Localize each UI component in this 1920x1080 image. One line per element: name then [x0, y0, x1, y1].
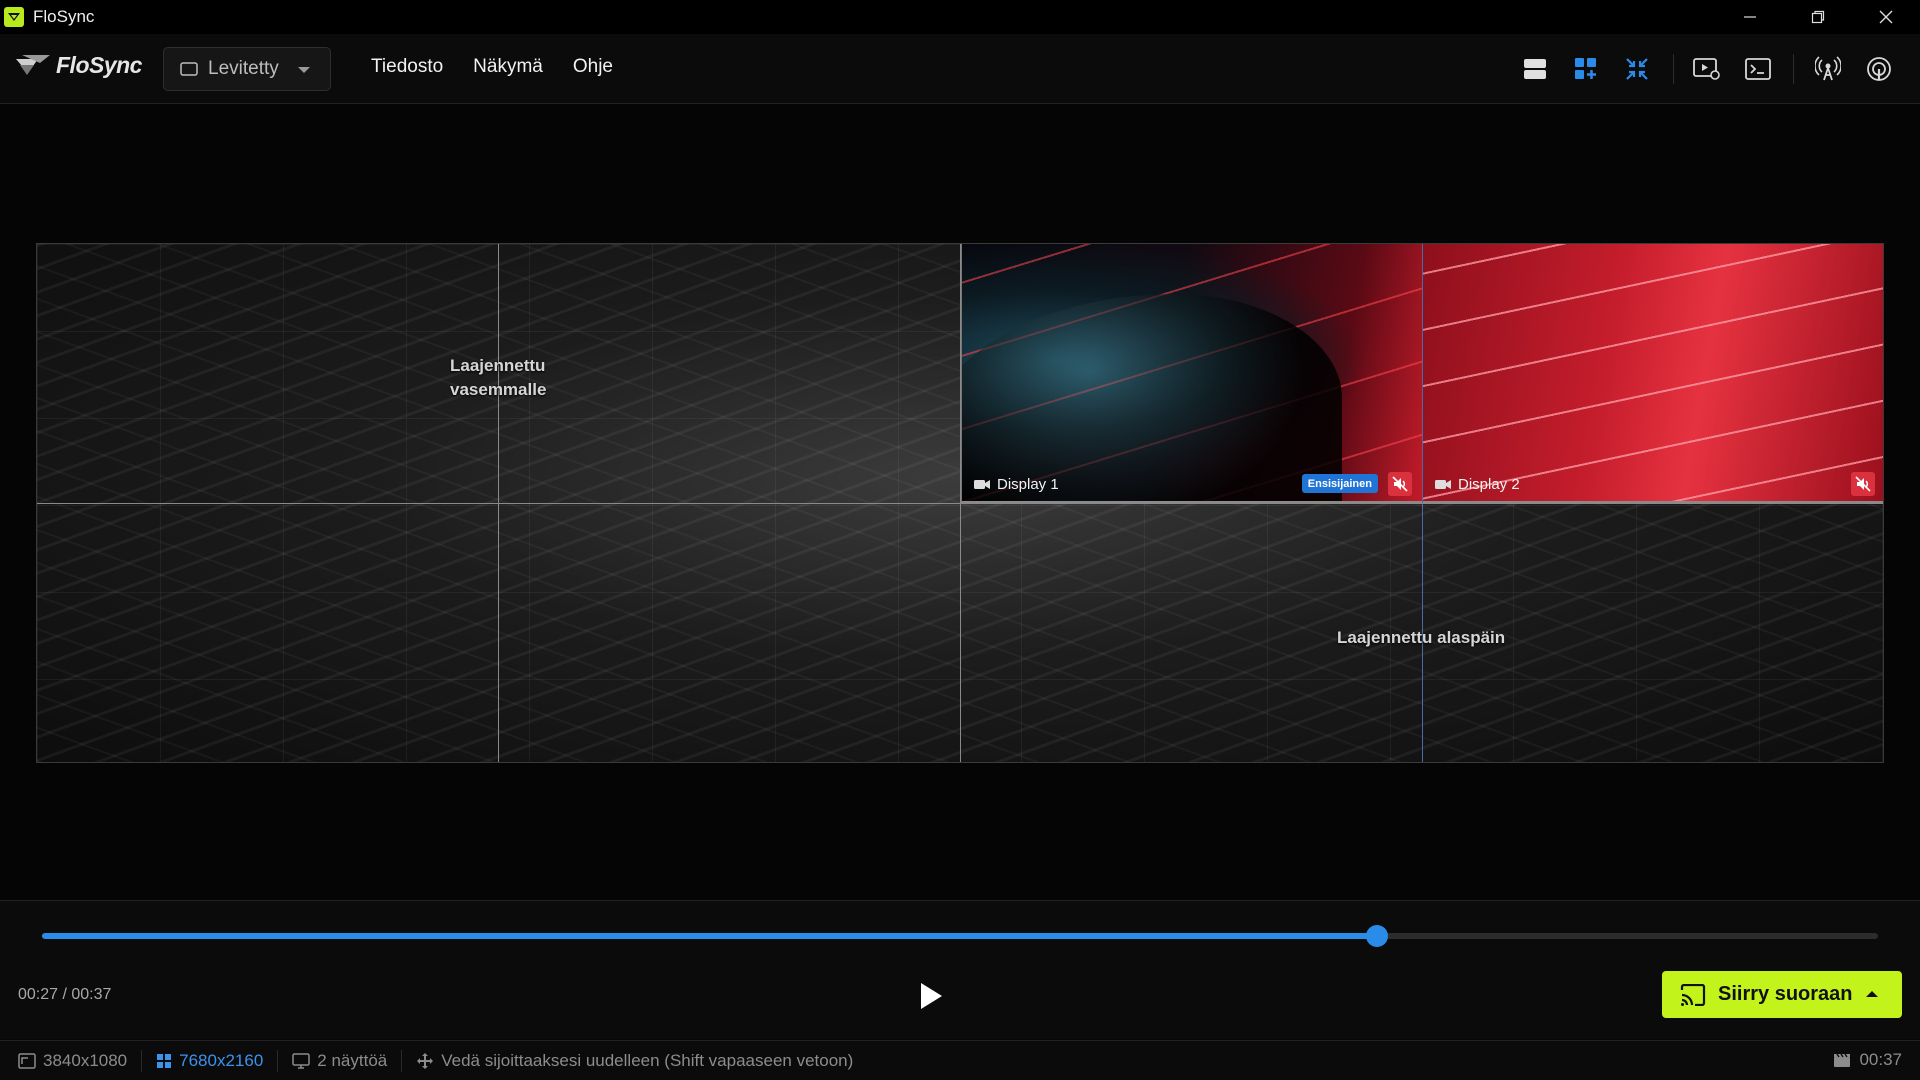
- speaker-muted-icon: [1855, 476, 1871, 492]
- chevron-down-icon: [298, 67, 310, 73]
- app-logo-icon: [4, 7, 24, 27]
- grid-divider: [37, 503, 1883, 504]
- layout-rows-icon: [1524, 59, 1546, 79]
- close-icon: [1879, 10, 1893, 24]
- flosync-logo-icon: [16, 54, 50, 75]
- play-button[interactable]: [916, 979, 946, 1013]
- menu-view[interactable]: Näkymä: [473, 56, 543, 78]
- drag-hint: Vedä sijoittaaksesi uudelleen (Shift vap…: [402, 1050, 867, 1072]
- timeline-handle[interactable]: [1365, 925, 1388, 947]
- layout-rows-button[interactable]: [1520, 54, 1550, 84]
- timeline-progress: [42, 933, 1377, 939]
- extended-down-label: Laajennettu alaspäin: [1337, 628, 1506, 647]
- display-1-mute-button[interactable]: [1388, 472, 1412, 496]
- broadcast-button[interactable]: [1813, 54, 1843, 84]
- display-count-value: 2 näyttöä: [317, 1050, 388, 1070]
- grid-icon: [156, 1053, 172, 1069]
- status-bar: 3840x1080 7680x2160 2 näyttöä Vedä sijoi…: [0, 1040, 1920, 1080]
- primary-badge: Ensisijainen: [1301, 474, 1378, 493]
- menu-help[interactable]: Ohje: [573, 56, 613, 78]
- clapperboard-icon: [1833, 1052, 1851, 1068]
- resolution-icon: [18, 1052, 36, 1069]
- preview-settings-button[interactable]: [1692, 54, 1722, 84]
- brand-name: FloSync: [56, 52, 142, 78]
- video-wall[interactable]: Display 1 Ensisijainen Display 2 Laajenn…: [36, 243, 1884, 763]
- brand-logo: FloSync: [14, 52, 142, 79]
- layout-mode-dropdown[interactable]: Levitetty: [163, 47, 331, 91]
- collapse-icon: [1626, 58, 1648, 80]
- preview-settings-icon: [1693, 58, 1720, 80]
- display-1-name: Display 1: [997, 476, 1059, 493]
- display-2-mute-button[interactable]: [1851, 472, 1875, 496]
- cast-icon: [1680, 983, 1706, 1006]
- monitor-icon: [292, 1052, 311, 1069]
- display-resolution: 3840x1080: [0, 1049, 143, 1072]
- display-2-label: Display 2: [1435, 476, 1520, 493]
- canvas-resolution: 7680x2160: [142, 1049, 279, 1072]
- go-live-label: Siirry suoraan: [1718, 983, 1853, 1005]
- remote-icon: [1867, 57, 1891, 81]
- toolbar-divider: [1793, 54, 1794, 84]
- display-1[interactable]: Display 1 Ensisijainen: [961, 244, 1423, 503]
- display-2[interactable]: Display 2: [1423, 244, 1883, 503]
- terminal-icon: [1745, 58, 1771, 80]
- minimize-button[interactable]: [1716, 0, 1784, 34]
- menu-file[interactable]: Tiedosto: [371, 56, 443, 78]
- total-duration: 00:37: [1833, 1050, 1902, 1070]
- canvas-resolution-value: 7680x2160: [179, 1050, 264, 1070]
- broadcast-icon: [1815, 56, 1841, 81]
- go-live-button[interactable]: Siirry suoraan: [1662, 971, 1902, 1018]
- timeline-slider[interactable]: [42, 925, 1878, 947]
- display-count: 2 näyttöä: [278, 1049, 403, 1072]
- move-icon: [416, 1052, 434, 1070]
- display-2-name: Display 2: [1458, 476, 1520, 493]
- speaker-muted-icon: [1392, 476, 1408, 492]
- drag-hint-text: Vedä sijoittaaksesi uudelleen (Shift vap…: [441, 1050, 854, 1070]
- display-1-preview: [962, 294, 1342, 501]
- restore-button[interactable]: [1784, 0, 1852, 34]
- close-button[interactable]: [1852, 0, 1920, 34]
- camera-icon: [974, 480, 990, 489]
- layout-grid-add-button[interactable]: [1571, 54, 1601, 84]
- total-duration-value: 00:37: [1859, 1050, 1902, 1069]
- collapse-button[interactable]: [1622, 54, 1652, 84]
- console-button[interactable]: [1743, 54, 1773, 84]
- layout-rows-button[interactable]: [1239, 54, 1269, 84]
- canvas-area: Display 1 Ensisijainen Display 2 Laajenn…: [0, 105, 1920, 900]
- playback-panel: 00:27 / 00:37 Siirry suoraan: [0, 900, 1920, 1039]
- main-menu: Tiedosto Näkymä Ohje: [371, 56, 643, 78]
- display-1-label: Display 1: [974, 476, 1059, 493]
- toolbar-divider: [1673, 54, 1674, 84]
- restore-icon: [1811, 10, 1825, 24]
- window-title: FloSync: [33, 7, 95, 26]
- extended-left-label: Laajennettu vasemmalle: [450, 356, 547, 399]
- camera-icon: [1435, 480, 1451, 489]
- layout-grid-add-icon: [1575, 58, 1596, 79]
- remote-button[interactable]: [1864, 54, 1894, 84]
- play-icon: [921, 983, 942, 1009]
- chevron-up-icon[interactable]: [1866, 991, 1878, 997]
- display-icon: [180, 62, 198, 76]
- minimize-icon: [1744, 16, 1756, 18]
- display-resolution-value: 3840x1080: [43, 1050, 128, 1070]
- layout-mode-value: Levitetty: [208, 58, 279, 79]
- playback-time: 00:27 / 00:37: [18, 986, 112, 1003]
- window-controls: [1716, 0, 1920, 34]
- title-bar: FloSync: [0, 0, 1920, 34]
